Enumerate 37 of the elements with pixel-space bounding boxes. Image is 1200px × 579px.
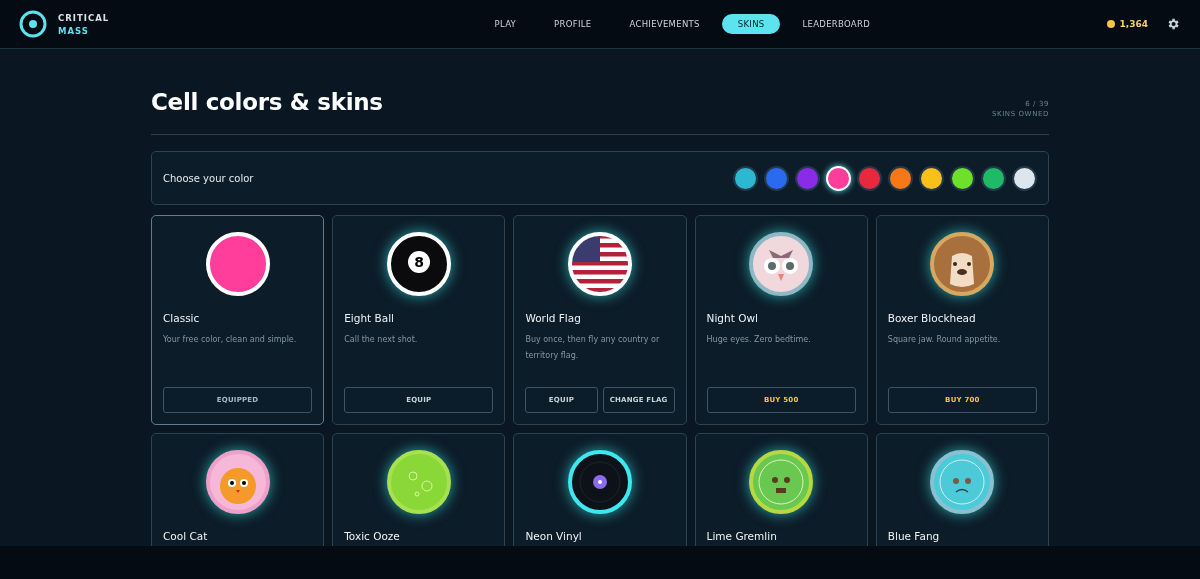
- color-swatch[interactable]: [764, 165, 789, 191]
- nav-tab[interactable]: ACHIEVEMENTS: [613, 14, 716, 34]
- ring-logo-icon: [18, 9, 48, 39]
- skin-description: Call the next shot.: [344, 334, 419, 346]
- nav-tab[interactable]: LEADERBOARD: [786, 14, 887, 34]
- settings-icon[interactable]: [1166, 17, 1180, 31]
- skin-name: Boxer Blockhead: [887, 312, 977, 324]
- color-swatch[interactable]: [795, 165, 820, 191]
- skin-name: Neon Vinyl: [525, 530, 583, 542]
- coin-balance: 1,364: [1119, 19, 1148, 29]
- nav-tab[interactable]: PLAY: [478, 14, 533, 34]
- color-swatch[interactable]: [857, 165, 882, 191]
- skin-name: Blue Fang: [887, 530, 941, 542]
- color-swatch[interactable]: [888, 165, 913, 191]
- nav-tab[interactable]: SKINS: [721, 14, 781, 34]
- color-swatch[interactable]: [919, 165, 944, 191]
- skin-description: Your free color, clean and simple.: [163, 334, 298, 346]
- page-title: Cell colors & skins: [151, 89, 383, 115]
- coin-icon: [1106, 20, 1115, 28]
- color-swatch[interactable]: [733, 165, 758, 191]
- brand-name: MASS: [58, 25, 90, 36]
- skin-description: Buy once, then fly any country or territory flag.: [525, 334, 661, 362]
- skin-name: Toxic Ooze: [344, 530, 401, 542]
- color-swatch[interactable]: [1012, 165, 1037, 191]
- skin-description: Square jaw. Round appetite.: [887, 334, 1002, 346]
- skin-name: Lime Gremlin: [706, 530, 778, 542]
- skin-name: World Flag: [525, 312, 582, 324]
- skin-name: Eight Ball: [344, 312, 395, 324]
- skin-name: Cool Cat: [163, 530, 209, 542]
- skin-description: Huge eyes. Zero bedtime.: [706, 334, 812, 346]
- brand-name: CRITICAL: [58, 12, 110, 23]
- color-swatch[interactable]: [981, 165, 1006, 191]
- color-picker-label: Choose your color: [163, 172, 254, 184]
- nav-tab[interactable]: PROFILE: [538, 14, 608, 34]
- skin-name: Classic: [163, 312, 201, 324]
- color-swatch[interactable]: [950, 165, 975, 191]
- skin-name: Night Owl: [706, 312, 759, 324]
